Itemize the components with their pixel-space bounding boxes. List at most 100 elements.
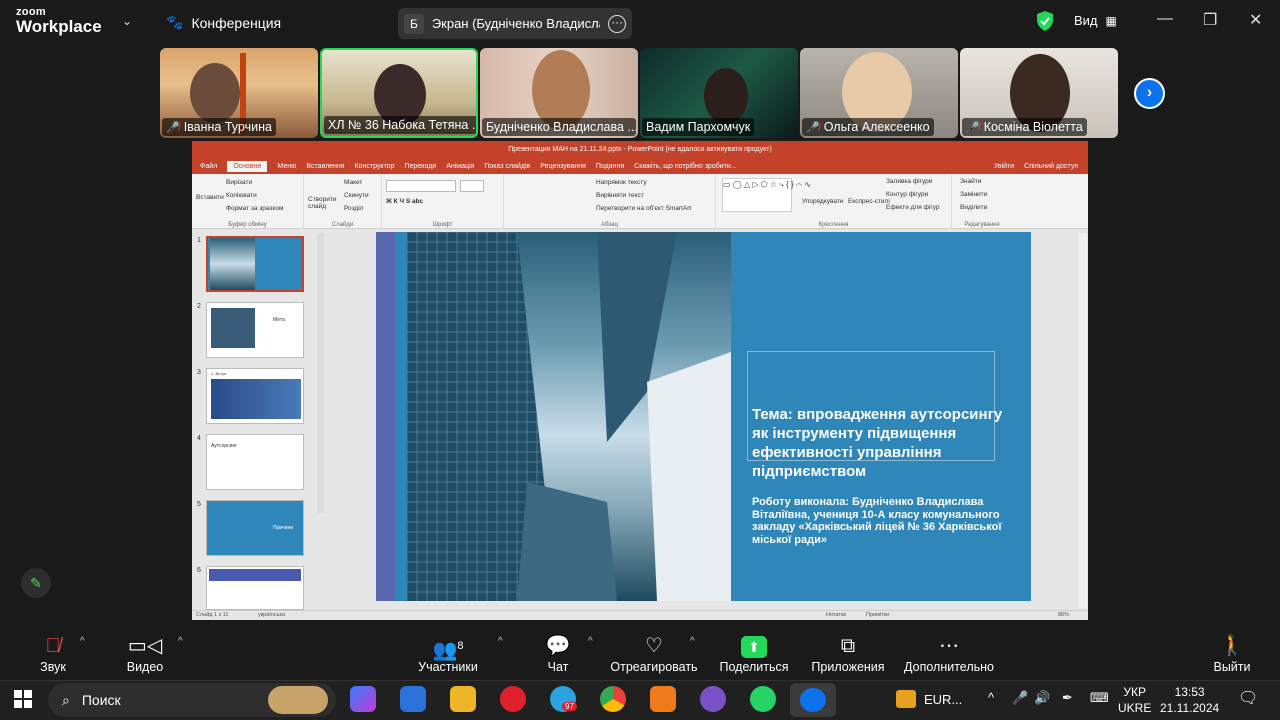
close-icon[interactable]: ✕	[1249, 10, 1262, 30]
cut-button[interactable]: Вирізати	[226, 179, 252, 186]
clock[interactable]: 13:53 21.11.2024	[1160, 684, 1219, 716]
chat-button[interactable]: 💬 Чат	[544, 632, 572, 674]
chrome-icon[interactable]	[600, 686, 626, 712]
meeting-info-button[interactable]: 🐾 Конференция	[166, 14, 281, 31]
participant-tile[interactable]: Будніченко Владислава ...	[480, 48, 638, 138]
notes-button[interactable]: Нотатки	[826, 612, 846, 618]
share-link[interactable]: Спільний доступ	[1024, 163, 1078, 170]
tab-review[interactable]: Рецензування	[540, 163, 586, 170]
screen-share-pill[interactable]: Б Экран (Будніченко Владислава Віталіївн…	[398, 8, 632, 39]
slide-thumbnail-2[interactable]: Мета	[206, 302, 304, 358]
participants-button[interactable]: 👥8 Участники	[416, 632, 480, 674]
audio-options-caret[interactable]: ^	[80, 636, 85, 647]
find-button[interactable]: Знайти	[960, 178, 981, 185]
tab-insert[interactable]: Вставлення	[306, 163, 344, 170]
shapes-gallery[interactable]: ▭ ◯ △ ▷ ⬠ ☆ ⤷ { } ⌒ ∿	[722, 178, 811, 212]
shape-effects-button[interactable]: Ефекти для фігур	[886, 204, 940, 211]
slide-thumbnail-4[interactable]: Аутсорсинг	[206, 434, 304, 490]
thumbnails-scrollbar[interactable]	[317, 233, 324, 513]
annotate-pen-icon[interactable]: ✎	[21, 568, 51, 598]
encryption-shield-icon[interactable]	[1035, 10, 1055, 37]
tab-slideshow[interactable]: Показ слайдів	[484, 163, 530, 170]
tab-transitions[interactable]: Переходи	[405, 163, 437, 170]
align-text-button[interactable]: Вирівняти текст	[596, 192, 644, 199]
share-screen-button[interactable]: ⬆ Поделиться	[718, 632, 790, 674]
telegram-icon[interactable]: 97	[550, 686, 577, 712]
layout-button[interactable]: Макет	[344, 179, 362, 186]
mic-tray-icon[interactable]: 🎤	[1012, 690, 1028, 706]
participant-tile[interactable]: 🎤̸ Ольга Алексеенко	[800, 48, 958, 138]
zoom-taskbar-item[interactable]	[790, 683, 836, 717]
slide-thumbnail-5[interactable]: Причини	[206, 500, 304, 556]
replace-button[interactable]: Замінити	[960, 191, 987, 198]
slide-thumbnail-3[interactable]: 1. Вступ	[206, 368, 304, 424]
arrange-button[interactable]: Упорядкувати	[802, 198, 843, 205]
slide-thumbnail-6[interactable]	[206, 566, 304, 610]
volume-icon[interactable]: 🔊	[1034, 690, 1050, 706]
audio-button[interactable]: 🎙̸ Звук	[36, 632, 70, 674]
participants-options-caret[interactable]: ^	[498, 636, 503, 647]
leave-button[interactable]: 🚶 Выйти	[1210, 632, 1254, 674]
shape-outline-button[interactable]: Контур фігури	[886, 191, 928, 198]
react-button[interactable]: ♡ Отреагировать	[608, 632, 700, 674]
tab-file[interactable]: Файл	[200, 163, 217, 170]
slide-scrollbar[interactable]	[1079, 233, 1087, 608]
section-button[interactable]: Розділ	[344, 205, 363, 212]
tab-design[interactable]: Конструктор	[355, 163, 395, 170]
format-painter-button[interactable]: Формат за зразком	[226, 205, 283, 212]
opera-icon[interactable]	[500, 686, 526, 712]
language-indicator[interactable]: УКР UKRE	[1118, 684, 1151, 716]
taskbar-search[interactable]: ⌕ Поиск	[48, 683, 336, 717]
paste-button[interactable]: Вставити	[196, 194, 224, 201]
apps-button[interactable]: ⧉ Приложения	[808, 632, 888, 674]
view-button[interactable]: Вид ▦	[1074, 13, 1117, 28]
notifications-icon[interactable]: 🗨	[1238, 688, 1258, 708]
video-button[interactable]: ▭◁ Видео	[124, 632, 166, 674]
font-format-buttons[interactable]: Ж К Ч S abc	[386, 198, 423, 205]
more-options-icon[interactable]: ···	[608, 14, 626, 33]
copilot-icon[interactable]	[350, 686, 376, 712]
tray-chevron-icon[interactable]: ^	[988, 690, 994, 705]
convert-smartart-button[interactable]: Перетворити на об'єкт SmartArt	[596, 205, 691, 212]
video-options-caret[interactable]: ^	[178, 636, 183, 647]
tab-animation[interactable]: Анімація	[446, 163, 474, 170]
chat-options-caret[interactable]: ^	[588, 636, 593, 647]
text-direction-button[interactable]: Напрямок тексту	[596, 179, 647, 186]
participant-tile[interactable]: 🎤̸ Косміна Віолетта	[960, 48, 1118, 138]
participant-video	[190, 63, 240, 123]
font-size-select[interactable]	[460, 180, 484, 192]
new-slide-button[interactable]: Створити слайд	[308, 196, 338, 210]
more-button[interactable]: ⋯ Дополнительно	[900, 632, 998, 674]
tab-home[interactable]: Основне	[227, 160, 268, 172]
app-orange-icon[interactable]	[650, 686, 676, 712]
next-page-arrow-icon[interactable]: ›	[1134, 78, 1165, 109]
whatsapp-icon[interactable]	[750, 686, 776, 712]
tell-me-box[interactable]: Скажіть, що потрібно зробити...	[634, 163, 736, 170]
pen-tray-icon[interactable]: ✒	[1062, 690, 1073, 706]
tab-view[interactable]: Подання	[596, 163, 624, 170]
chevron-down-icon[interactable]: ⌄	[122, 14, 132, 28]
viber-icon[interactable]	[700, 686, 726, 712]
shape-fill-button[interactable]: Заливка фігури	[886, 178, 932, 185]
minimize-icon[interactable]: —	[1157, 10, 1173, 28]
currency-widget[interactable]: EUR...	[896, 690, 962, 708]
store-icon[interactable]	[400, 686, 426, 712]
react-options-caret[interactable]: ^	[690, 636, 695, 647]
restore-icon[interactable]: ❐	[1203, 10, 1217, 30]
sign-in-link[interactable]: Увійти	[994, 163, 1014, 170]
participant-tile[interactable]: 🎤̸ Іванна Турчина	[160, 48, 318, 138]
file-explorer-icon[interactable]	[450, 686, 476, 712]
keyboard-icon[interactable]: ⌨	[1090, 690, 1109, 706]
participant-tile[interactable]: Вадим Пархомчук	[640, 48, 798, 138]
tab-menu[interactable]: Меню	[277, 163, 296, 170]
copy-button[interactable]: Копіювати	[226, 192, 257, 199]
participant-tile-active[interactable]: ХЛ № 36 Набока Тетяна ...	[320, 48, 478, 138]
zoom-level[interactable]: 88%	[1058, 612, 1069, 618]
font-name-select[interactable]	[386, 180, 456, 192]
quick-styles-button[interactable]: Експрес-стилі	[848, 198, 890, 205]
comments-button[interactable]: Примітки	[866, 612, 889, 618]
select-button[interactable]: Виділити	[960, 204, 987, 211]
windows-start-icon[interactable]	[14, 690, 32, 708]
reset-button[interactable]: Скинути	[344, 192, 369, 199]
slide-thumbnail-1[interactable]	[206, 236, 304, 292]
